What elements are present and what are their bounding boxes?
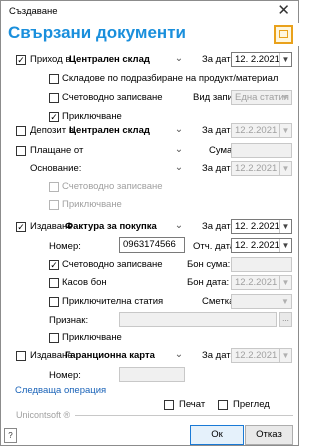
bon-amount-label: Бон сума: <box>187 259 231 270</box>
chevron-down-icon[interactable]: ▼ <box>279 162 291 175</box>
browse-ellipsis-button[interactable]: ... <box>279 312 292 327</box>
invoice-date-value: 12. 2.2021 <box>235 221 280 232</box>
chevron-down-icon[interactable]: ▼ <box>279 349 291 362</box>
report-date-field[interactable]: 12. 2.2021 ▼ <box>231 238 292 253</box>
invoice-close-checkbox[interactable] <box>49 333 59 343</box>
deposit-warehouse-chevron-down-icon[interactable]: ⌄ <box>174 125 184 135</box>
warranty-doc-type-chevron-down-icon[interactable]: ⌄ <box>174 350 184 360</box>
receipt-date-field[interactable]: 12. 2.2021 ▼ <box>231 52 292 67</box>
bon-amount-field[interactable] <box>231 257 292 272</box>
receipt-close-checkbox[interactable] <box>49 112 59 122</box>
invoice-accounting-label: Счетоводно записване <box>62 259 163 270</box>
entry-type-select[interactable]: Една статия ▼ <box>231 90 292 105</box>
receipt-label: Приход в <box>30 54 71 65</box>
warranty-date-field[interactable]: 12.2.2021 ▼ <box>231 348 292 363</box>
warranty-date-value: 12.2.2021 <box>235 350 278 361</box>
payment-accounting-checkbox[interactable] <box>49 182 59 192</box>
brand-label: Unicontsoft ® <box>16 410 71 420</box>
preview-label: Преглед <box>233 399 270 410</box>
chevron-down-icon[interactable]: ▼ <box>279 53 291 66</box>
document-link-icon <box>274 25 293 44</box>
receipt-accounting-checkbox[interactable] <box>49 93 59 103</box>
print-checkbox[interactable] <box>164 400 174 410</box>
closing-article-checkbox[interactable] <box>49 297 59 307</box>
invoice-doc-type-chevron-down-icon[interactable]: ⌄ <box>174 221 184 231</box>
receipt-warehouse[interactable]: Централен склад <box>69 54 150 65</box>
help-icon[interactable]: ? <box>4 428 17 443</box>
receipt-close-label: Приключване <box>62 111 122 122</box>
receipt-warehouse-chevron-down-icon[interactable]: ⌄ <box>174 54 184 64</box>
preview-checkbox[interactable] <box>218 400 228 410</box>
receipt-checkbox[interactable] <box>16 55 26 65</box>
closing-article-label: Приключителна статия <box>62 296 164 307</box>
dialog-window: Създаване ✕ Свързани документи Приход в … <box>0 0 299 446</box>
chevron-down-icon[interactable]: ▼ <box>279 295 291 308</box>
warranty-number-input[interactable] <box>119 367 185 382</box>
cash-bon-label: Касов бон <box>62 277 107 288</box>
invoice-date-field[interactable]: 12. 2.2021 ▼ <box>231 219 292 234</box>
payment-date-value: 12.2.2021 <box>235 163 278 174</box>
invoice-number-value: 0963174566 <box>123 239 176 250</box>
invoice-close-label: Приключване <box>62 332 122 343</box>
warranty-doc-type[interactable]: Гаранционна карта <box>65 350 155 361</box>
payment-accounting-label: Счетоводно записване <box>62 181 163 192</box>
chevron-down-icon[interactable]: ▼ <box>279 220 291 233</box>
bon-date-label: Бон дата: <box>187 277 230 288</box>
sign-field[interactable] <box>119 312 277 327</box>
cash-bon-checkbox[interactable] <box>49 278 59 288</box>
payment-close-label: Приключване <box>62 199 122 210</box>
payment-close-checkbox[interactable] <box>49 200 59 210</box>
dialog-header: Свързани документи <box>2 23 299 46</box>
payment-label: Плащане от <box>30 145 84 156</box>
sign-label: Признак: <box>49 315 89 326</box>
chevron-down-icon[interactable]: ▼ <box>279 91 291 104</box>
invoice-checkbox[interactable] <box>16 222 26 232</box>
default-warehouses-checkbox[interactable] <box>49 74 59 84</box>
account-select[interactable]: ▼ <box>231 294 292 309</box>
invoice-number-input[interactable]: 0963174566 <box>119 237 185 253</box>
window-title: Създаване <box>9 6 58 17</box>
cancel-button[interactable]: Отказ <box>245 425 293 445</box>
receipt-date-value: 12. 2.2021 <box>235 54 280 65</box>
payment-amount-field[interactable] <box>231 143 292 158</box>
warranty-number-label: Номер: <box>49 370 81 381</box>
deposit-warehouse[interactable]: Централен склад <box>69 125 150 136</box>
next-operation-link[interactable]: Следваща операция <box>15 385 106 396</box>
deposit-checkbox[interactable] <box>16 126 26 136</box>
payment-basis-label: Основание: <box>30 163 82 174</box>
report-date-value: 12. 2.2021 <box>235 240 280 251</box>
bon-date-field[interactable]: 12.2.2021 ▼ <box>231 275 292 290</box>
close-icon[interactable]: ✕ <box>277 3 290 19</box>
print-label: Печат <box>179 399 206 410</box>
bon-date-value: 12.2.2021 <box>235 277 278 288</box>
title-bar: Създаване ✕ <box>1 1 298 23</box>
deposit-date-value: 12.2.2021 <box>235 125 278 136</box>
receipt-accounting-label: Счетоводно записване <box>62 92 163 103</box>
chevron-down-icon[interactable]: ▼ <box>279 276 291 289</box>
chevron-down-icon[interactable]: ▼ <box>279 124 291 137</box>
payment-source-chevron-down-icon[interactable]: ⌄ <box>174 145 184 155</box>
invoice-number-label: Номер: <box>49 241 81 252</box>
chevron-down-icon[interactable]: ▼ <box>279 239 291 252</box>
payment-basis-chevron-down-icon[interactable]: ⌄ <box>174 163 184 173</box>
ok-button[interactable]: Ок <box>190 425 244 445</box>
default-warehouses-label: Складове по подразбиране на продукт/мате… <box>62 73 279 84</box>
page-title: Свързани документи <box>8 23 186 42</box>
deposit-label: Депозит в <box>30 125 74 136</box>
warranty-checkbox[interactable] <box>16 351 26 361</box>
payment-date-field[interactable]: 12.2.2021 ▼ <box>231 161 292 176</box>
deposit-date-field[interactable]: 12.2.2021 ▼ <box>231 123 292 138</box>
invoice-doc-type[interactable]: Фактура за покупка <box>65 221 157 232</box>
payment-checkbox[interactable] <box>16 146 26 156</box>
footer-divider <box>75 415 293 416</box>
invoice-accounting-checkbox[interactable] <box>49 260 59 270</box>
